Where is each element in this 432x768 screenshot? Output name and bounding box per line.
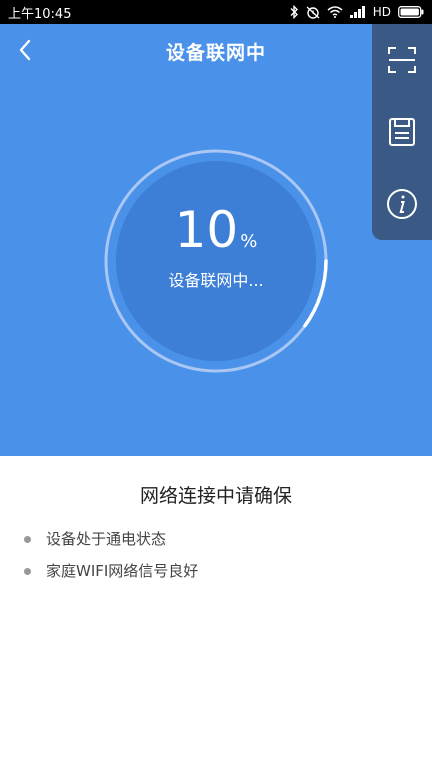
save-button[interactable]: [386, 116, 418, 148]
progress-number: 10: [174, 201, 239, 259]
wifi-icon: [327, 6, 343, 18]
battery-icon: [398, 6, 424, 18]
notice-title: 网络连接中请确保: [139, 485, 292, 507]
progress-header-area: 设备联网中 10% 设备联网中...: [0, 24, 432, 456]
info-button[interactable]: [386, 188, 418, 220]
progress-unit: %: [240, 231, 258, 252]
status-time: 上午10:45: [8, 6, 72, 22]
page-title: 设备联网中: [165, 42, 266, 64]
list-item: 家庭WIFI网络信号良好: [24, 558, 198, 590]
notice-list: 设备处于通电状态 家庭WIFI网络信号良好: [24, 526, 198, 590]
info-icon: [387, 189, 417, 219]
floating-action-panel: [372, 24, 432, 240]
bluetooth-icon: [289, 5, 299, 19]
save-icon: [389, 118, 415, 146]
scan-icon: [388, 47, 416, 73]
status-bar: 上午10:45 HD: [0, 0, 432, 24]
network-type: HD: [372, 5, 391, 19]
progress-value: 10%: [103, 200, 329, 272]
signal-icon: [349, 6, 366, 18]
list-item: 设备处于通电状态: [24, 526, 198, 558]
progress-status-text: 设备联网中...: [168, 271, 264, 290]
status-icons: HD: [289, 5, 424, 19]
scan-button[interactable]: [386, 44, 418, 76]
alarm-icon: [306, 5, 320, 19]
